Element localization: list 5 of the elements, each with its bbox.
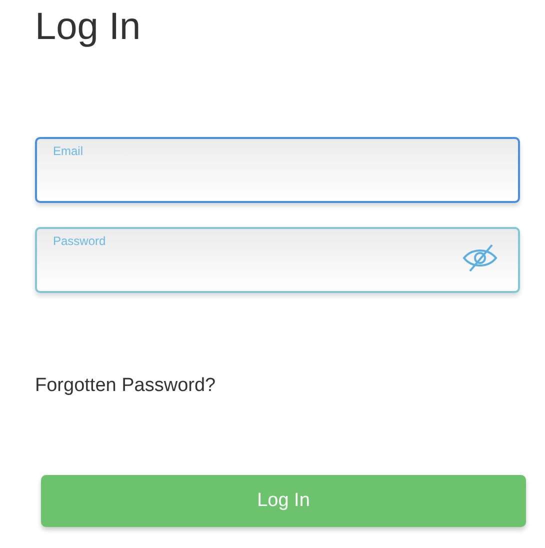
forgot-password-link[interactable]: Forgotten Password?: [35, 375, 216, 396]
email-field[interactable]: Email: [35, 137, 520, 203]
page-title: Log In: [35, 5, 141, 50]
hidden-eye-icon[interactable]: [462, 243, 498, 273]
password-field[interactable]: Password: [35, 227, 520, 293]
